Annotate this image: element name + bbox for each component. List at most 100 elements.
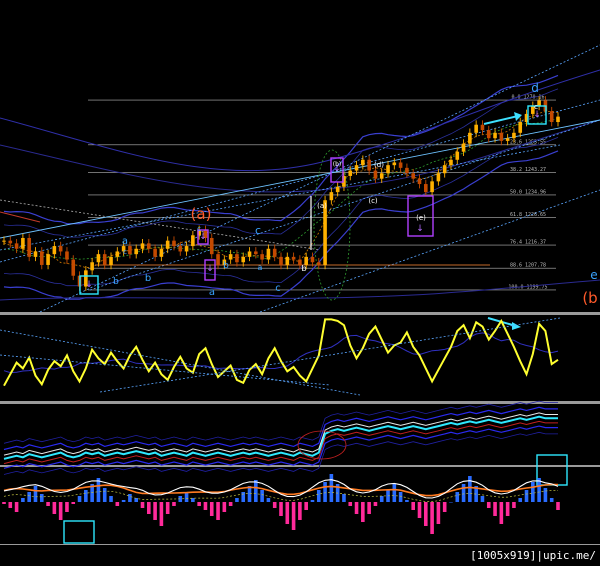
ma-line bbox=[3, 412, 558, 456]
histogram-bar bbox=[512, 502, 516, 508]
candle-body bbox=[39, 251, 44, 265]
candle-body bbox=[361, 159, 365, 166]
wave-label: a bbox=[122, 236, 128, 247]
histogram-bar bbox=[398, 492, 403, 502]
cyan-arrow-head bbox=[514, 112, 522, 121]
candle-body bbox=[379, 173, 384, 179]
purple-marker-icon: ↓ bbox=[199, 232, 207, 242]
candle-body bbox=[71, 259, 76, 276]
candle-body bbox=[468, 132, 472, 144]
histogram-bar bbox=[266, 498, 271, 502]
histogram-bar bbox=[449, 502, 453, 503]
wave-label: (b) bbox=[333, 161, 342, 168]
candle-body bbox=[254, 251, 258, 255]
histogram-bar bbox=[21, 498, 25, 502]
wave-label: (d) bbox=[374, 161, 384, 169]
candle-body bbox=[436, 173, 441, 182]
candle-body bbox=[279, 256, 283, 265]
slow-moving-average-line bbox=[3, 117, 559, 260]
histogram-bar bbox=[531, 482, 535, 502]
purple-marker-icon: ↓ bbox=[533, 110, 541, 120]
candle-body bbox=[386, 165, 390, 174]
histogram-bar bbox=[146, 502, 151, 514]
purple-marker-icon: ↓ bbox=[416, 224, 424, 234]
histogram-bar bbox=[405, 500, 409, 502]
candle-body bbox=[442, 165, 447, 174]
histogram-bar bbox=[128, 494, 132, 502]
histogram-bar bbox=[14, 502, 19, 512]
histogram-bar bbox=[46, 502, 50, 506]
panel-separator bbox=[0, 465, 600, 467]
candle-body bbox=[46, 254, 50, 265]
histogram-bar bbox=[279, 502, 283, 516]
candle-body bbox=[90, 262, 94, 271]
candle-body bbox=[518, 122, 523, 133]
candle-body bbox=[96, 254, 101, 263]
fib-level-label: 50.0 1234.96 bbox=[510, 189, 546, 195]
histogram-bar bbox=[455, 492, 460, 502]
histogram-bar bbox=[109, 496, 113, 502]
histogram-bar bbox=[291, 502, 296, 530]
panel-separator bbox=[0, 312, 600, 315]
trendline bbox=[0, 199, 321, 251]
cyan-box-hist-left bbox=[63, 520, 95, 544]
fib-level-label: 61.8 1226.65 bbox=[510, 212, 546, 218]
histogram-bar bbox=[159, 502, 164, 526]
histogram-bar bbox=[272, 502, 277, 508]
candle-body bbox=[115, 251, 120, 257]
histogram-bar bbox=[480, 496, 485, 502]
trendline bbox=[0, 99, 600, 263]
candle-body bbox=[159, 248, 164, 257]
red-trend-segment bbox=[0, 211, 41, 223]
candle-body bbox=[556, 116, 560, 123]
cyan-box-hist-right bbox=[536, 454, 568, 486]
histogram-bar bbox=[65, 502, 69, 512]
candle-body bbox=[549, 111, 554, 123]
candle-body bbox=[191, 235, 195, 247]
histogram-bar bbox=[71, 502, 76, 504]
candle-body bbox=[165, 240, 170, 249]
candle-body bbox=[21, 237, 25, 249]
histogram-bar bbox=[316, 490, 321, 502]
candle-body bbox=[178, 246, 183, 252]
candle-body bbox=[505, 138, 510, 141]
envelope-upper-2 bbox=[0, 119, 600, 193]
wave-label: b bbox=[301, 264, 306, 273]
histogram-bar bbox=[298, 502, 302, 520]
candle-body bbox=[172, 240, 176, 247]
candle-body bbox=[153, 248, 157, 257]
histogram-bar bbox=[203, 502, 208, 510]
fib-level-label: 76.4 1216.37 bbox=[510, 240, 546, 246]
candle-body bbox=[335, 186, 340, 193]
histogram-bar bbox=[499, 502, 504, 524]
candle-body bbox=[228, 254, 233, 260]
candle-body bbox=[512, 132, 516, 139]
candle-body bbox=[449, 159, 453, 166]
histogram-bar bbox=[354, 502, 359, 514]
wave-label: (e) bbox=[416, 214, 426, 222]
wave-label: c bbox=[275, 283, 281, 294]
candle-body bbox=[209, 237, 214, 255]
candle-body bbox=[235, 254, 239, 263]
histogram-bar bbox=[461, 484, 466, 502]
histogram-bar bbox=[392, 484, 397, 502]
histogram-bar bbox=[411, 502, 416, 510]
histogram-bar bbox=[486, 502, 491, 508]
trendline bbox=[39, 44, 600, 313]
histogram-bar bbox=[209, 502, 214, 516]
panel-separator bbox=[0, 401, 600, 404]
candle-body bbox=[216, 254, 220, 265]
cyan-arrow bbox=[483, 115, 519, 125]
histogram-bar bbox=[323, 482, 327, 502]
candle-body bbox=[367, 159, 371, 171]
candle-body bbox=[499, 132, 504, 141]
candle-body bbox=[2, 240, 6, 242]
histogram-bar bbox=[2, 502, 6, 504]
candle-body bbox=[134, 248, 139, 255]
histogram-bar bbox=[254, 480, 258, 502]
histogram-bar bbox=[436, 502, 441, 524]
wave-label: d bbox=[531, 81, 539, 95]
histogram-bar bbox=[58, 502, 63, 520]
ma-line bbox=[3, 406, 558, 451]
histogram-bar bbox=[222, 502, 227, 512]
